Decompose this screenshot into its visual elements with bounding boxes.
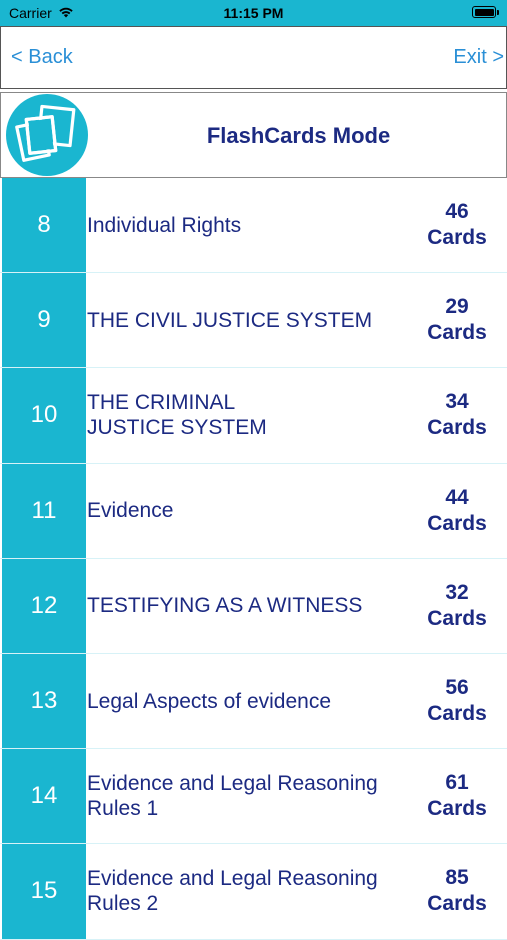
card-count-value: 29: [445, 295, 469, 319]
chapter-title: THE CIVIL JUSTICE SYSTEM: [87, 308, 373, 332]
list-item[interactable]: 9 THE CIVIL JUSTICE SYSTEM 29 Cards: [0, 273, 507, 369]
chapter-title: Individual Rights: [87, 213, 242, 237]
card-count-value: 32: [445, 580, 469, 604]
chapter-title-box: Legal Aspects of evidence: [87, 654, 407, 748]
card-count: 34 Cards: [407, 368, 507, 462]
chapter-number: 11: [2, 463, 86, 558]
card-count-value: 85: [445, 866, 469, 890]
flashcards-icon: [6, 94, 88, 176]
chapter-title: Evidence and Legal Reasoning Rules 1: [87, 772, 378, 821]
navigation-bar: < Back Exit >: [0, 26, 507, 89]
card-count-unit: Cards: [427, 702, 487, 726]
list-item[interactable]: 8 Individual Rights 46 Cards: [0, 178, 507, 274]
list-item[interactable]: 12 TESTIFYING AS A WITNESS 32 Cards: [0, 558, 507, 654]
card-count-unit: Cards: [427, 321, 487, 345]
chapter-title-box: THE CIVIL JUSTICE SYSTEM: [87, 273, 407, 367]
list-item[interactable]: 15 Evidence and Legal Reasoning Rules 2 …: [0, 844, 507, 940]
chapter-title: Legal Aspects of evidence: [87, 689, 332, 713]
mode-title: FlashCards Mode: [206, 123, 391, 148]
chapter-title: Evidence: [87, 499, 174, 523]
back-button[interactable]: < Back: [11, 46, 73, 69]
list-item[interactable]: 14 Evidence and Legal Reasoning Rules 1 …: [0, 749, 507, 845]
chapter-number: 15: [2, 844, 86, 939]
exit-button[interactable]: Exit >: [453, 46, 504, 69]
chapter-title-box: Individual Rights: [87, 178, 407, 272]
card-count-value: 34: [445, 390, 469, 414]
card-count: 85 Cards: [407, 844, 507, 938]
card-count: 56 Cards: [407, 654, 507, 748]
chapter-title-box: Evidence and Legal Reasoning Rules 2: [87, 844, 407, 938]
chapter-title: THE CRIMINAL JUSTICE SYSTEM: [87, 391, 267, 440]
chapter-title-box: THE CRIMINAL JUSTICE SYSTEM: [87, 368, 407, 462]
mode-header: FlashCards Mode: [0, 92, 507, 178]
card-count-unit: Cards: [427, 892, 487, 916]
chapter-title-box: TESTIFYING AS A WITNESS: [87, 559, 407, 653]
list-item[interactable]: 11 Evidence 44 Cards: [0, 463, 507, 559]
list-item[interactable]: 13 Legal Aspects of evidence 56 Cards: [0, 653, 507, 750]
chapter-number: 10: [2, 368, 86, 463]
chapter-number: 9: [2, 273, 86, 368]
chapter-title: TESTIFYING AS A WITNESS: [87, 594, 363, 618]
battery-icon: [472, 6, 499, 18]
card-count: 44 Cards: [407, 464, 507, 558]
card-count: 32 Cards: [407, 559, 507, 653]
chapter-title-box: Evidence: [87, 464, 407, 558]
card-count-unit: Cards: [427, 511, 487, 535]
card-count: 29 Cards: [407, 273, 507, 367]
card-count-unit: Cards: [427, 416, 487, 440]
chapter-title: Evidence and Legal Reasoning Rules 2: [87, 867, 378, 916]
chapter-number: 14: [2, 749, 86, 844]
card-count-unit: Cards: [427, 226, 487, 250]
status-bar: Carrier 11:15 PM: [0, 0, 507, 26]
card-count-unit: Cards: [427, 606, 487, 630]
chapter-list: 8 Individual Rights 46 Cards 9 THE CIVIL …: [0, 178, 507, 940]
card-count-unit: Cards: [427, 797, 487, 821]
chapter-number: 13: [2, 653, 86, 749]
card-count-value: 61: [445, 771, 469, 795]
chapter-number: 12: [2, 558, 86, 653]
list-item[interactable]: 10 THE CRIMINAL JUSTICE SYSTEM 34 Cards: [0, 368, 507, 464]
chapter-title-box: Evidence and Legal Reasoning Rules 1: [87, 749, 407, 843]
chapter-number: 8: [2, 178, 86, 273]
card-count-value: 44: [445, 485, 469, 509]
card-count: 46 Cards: [407, 178, 507, 272]
card-count-value: 46: [445, 200, 469, 224]
status-time: 11:15 PM: [223, 5, 284, 21]
card-count-value: 56: [445, 676, 469, 700]
card-count: 61 Cards: [407, 749, 507, 843]
